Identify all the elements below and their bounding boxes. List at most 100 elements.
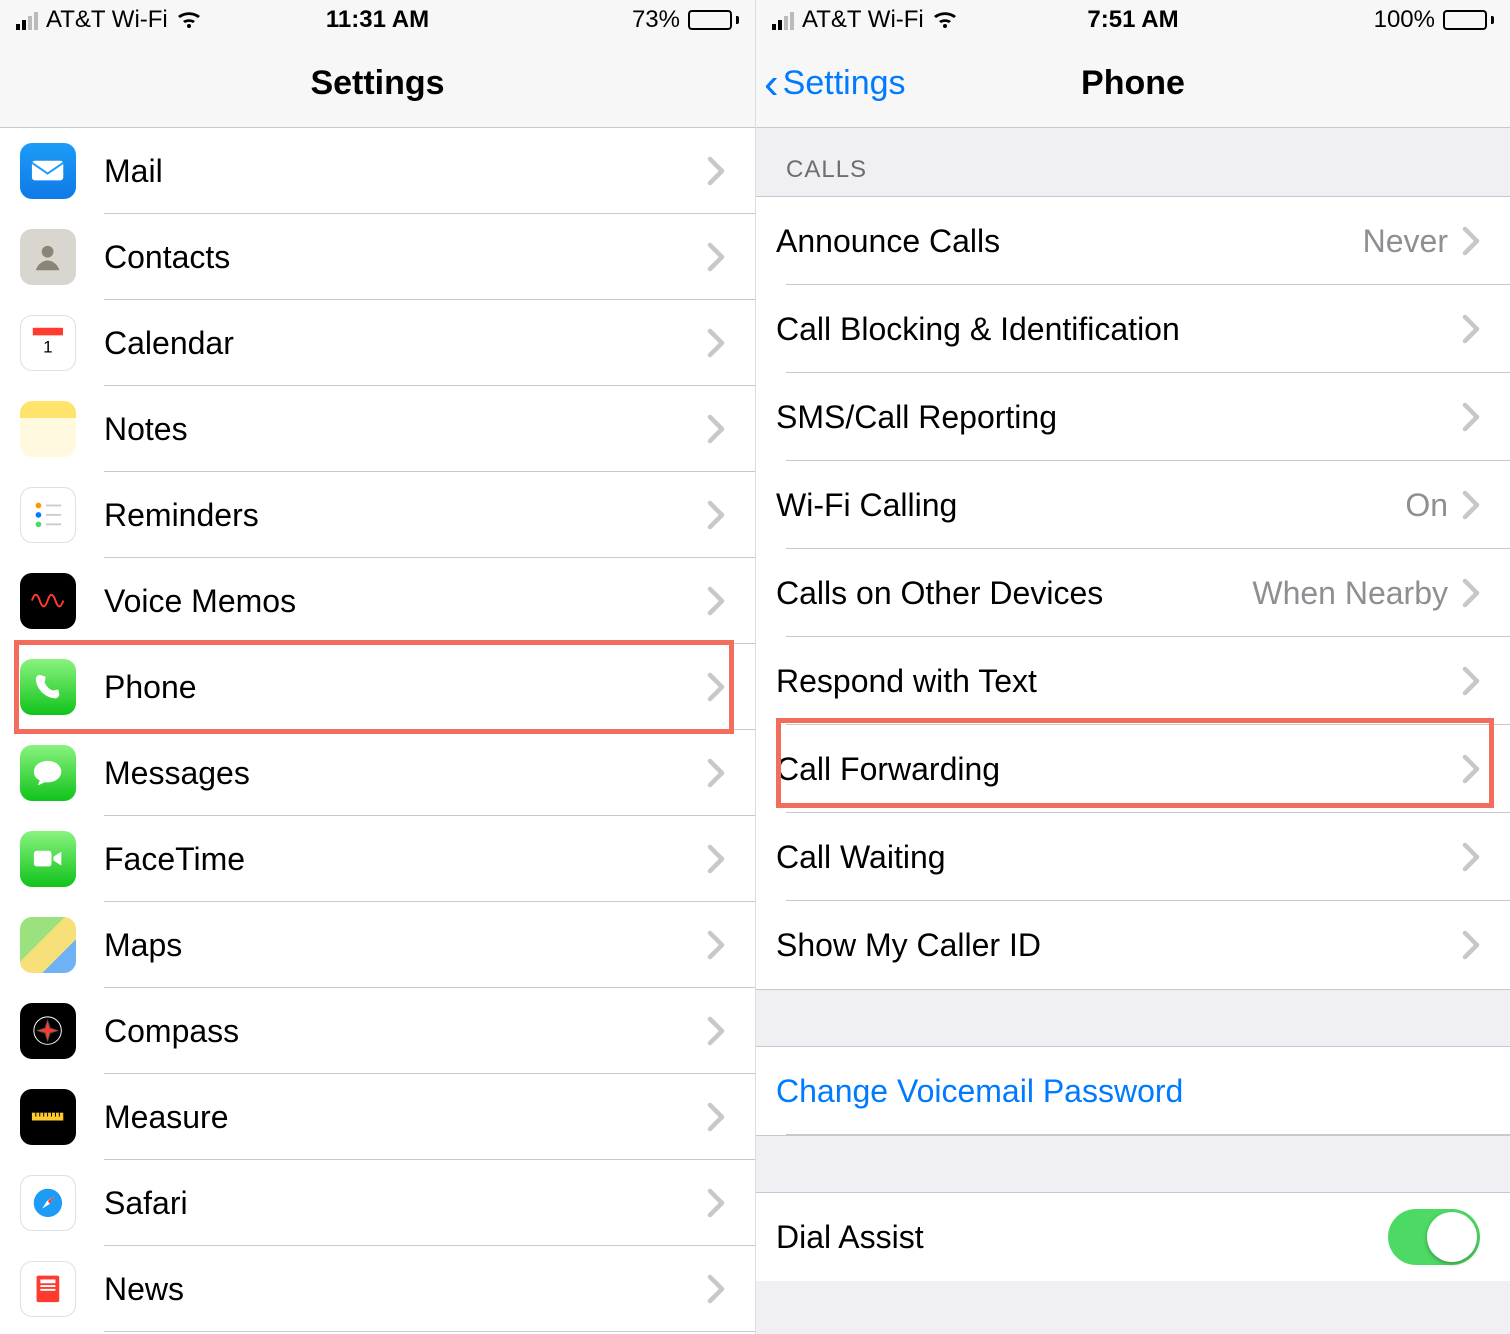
phone-row-calls-other-devices[interactable]: Calls on Other DevicesWhen Nearby — [756, 549, 1510, 637]
status-bar-right: AT&T Wi-Fi 7:51 AM 100% — [756, 0, 1510, 40]
settings-row-label: Messages — [104, 755, 707, 792]
screen-settings: AT&T Wi-Fi 11:31 AM 73% Settings Mail Con… — [0, 0, 755, 1334]
battery-icon — [1443, 10, 1494, 30]
settings-row-maps[interactable]: Maps — [0, 902, 755, 988]
chevron-right-icon — [1462, 226, 1480, 256]
wifi-icon — [176, 10, 202, 30]
chevron-right-icon — [707, 586, 725, 616]
nav-bar-settings: Settings — [0, 40, 755, 128]
nav-bar-phone: ‹ Settings Phone — [756, 40, 1510, 128]
settings-row-label: Maps — [104, 927, 707, 964]
chevron-right-icon — [707, 758, 725, 788]
settings-row-voicememos[interactable]: Voice Memos — [0, 558, 755, 644]
settings-row-label: Reminders — [104, 497, 707, 534]
settings-row-mail[interactable]: Mail — [0, 128, 755, 214]
chevron-right-icon — [707, 672, 725, 702]
section-gap — [756, 989, 1510, 1047]
phone-row-label: Call Blocking & Identification — [776, 311, 1462, 348]
reminders-icon — [20, 487, 76, 543]
facetime-icon — [20, 831, 76, 887]
battery-percent: 73% — [632, 6, 680, 34]
nav-back-label: Settings — [783, 64, 906, 103]
settings-row-label: Safari — [104, 1185, 707, 1222]
svg-text:1: 1 — [43, 337, 52, 356]
chevron-right-icon — [1462, 666, 1480, 696]
compass-icon — [20, 1003, 76, 1059]
chevron-right-icon — [707, 1188, 725, 1218]
news-icon — [20, 1261, 76, 1317]
chevron-right-icon — [1462, 754, 1480, 784]
phone-row-sms-call-reporting[interactable]: SMS/Call Reporting — [756, 373, 1510, 461]
settings-row-news[interactable]: News — [0, 1246, 755, 1332]
phone-row-label: Show My Caller ID — [776, 927, 1462, 964]
chevron-right-icon — [707, 930, 725, 960]
phone-row-announce-calls[interactable]: Announce CallsNever — [756, 197, 1510, 285]
screen-phone-settings: AT&T Wi-Fi 7:51 AM 100% ‹ Settings Phone — [755, 0, 1510, 1334]
chevron-right-icon — [707, 500, 725, 530]
phone-icon — [20, 659, 76, 715]
settings-row-label: Calendar — [104, 325, 707, 362]
status-bar-left: AT&T Wi-Fi 11:31 AM 73% — [0, 0, 755, 40]
phone-row-detail: On — [1405, 487, 1448, 524]
phone-row-call-blocking[interactable]: Call Blocking & Identification — [756, 285, 1510, 373]
chevron-right-icon — [1462, 930, 1480, 960]
settings-row-label: Measure — [104, 1099, 707, 1136]
settings-row-label: Contacts — [104, 239, 707, 276]
chevron-right-icon — [707, 414, 725, 444]
phone-row-label: Wi-Fi Calling — [776, 487, 1405, 524]
chevron-right-icon — [707, 844, 725, 874]
chevron-right-icon — [707, 328, 725, 358]
battery-icon — [688, 10, 739, 30]
dial-assist-toggle[interactable] — [1388, 1209, 1480, 1265]
settings-row-facetime[interactable]: FaceTime — [0, 816, 755, 902]
chevron-right-icon — [1462, 402, 1480, 432]
settings-list[interactable]: Mail Contacts 1 Calendar Notes Reminders Voice… — [0, 128, 755, 1334]
nav-back-button[interactable]: ‹ Settings — [764, 62, 906, 106]
settings-row-messages[interactable]: Messages — [0, 730, 755, 816]
phone-row-label: SMS/Call Reporting — [776, 399, 1462, 436]
chevron-right-icon — [1462, 842, 1480, 872]
chevron-right-icon — [707, 1274, 725, 1304]
phone-row-call-waiting[interactable]: Call Waiting — [756, 813, 1510, 901]
phone-row-call-forwarding[interactable]: Call Forwarding — [756, 725, 1510, 813]
settings-row-safari[interactable]: Safari — [0, 1160, 755, 1246]
phone-row-detail: Never — [1363, 223, 1448, 260]
settings-row-notes[interactable]: Notes — [0, 386, 755, 472]
settings-row-phone[interactable]: Phone — [0, 644, 755, 730]
dial-assist-label: Dial Assist — [776, 1219, 1388, 1256]
change-voicemail-password-label: Change Voicemail Password — [776, 1073, 1183, 1110]
row-change-voicemail-password[interactable]: Change Voicemail Password — [756, 1047, 1510, 1135]
settings-row-measure[interactable]: Measure — [0, 1074, 755, 1160]
settings-row-label: Notes — [104, 411, 707, 448]
signal-icon — [772, 10, 794, 30]
settings-row-calendar[interactable]: 1 Calendar — [0, 300, 755, 386]
maps-icon — [20, 917, 76, 973]
battery-percent: 100% — [1374, 6, 1435, 34]
settings-row-label: Mail — [104, 153, 707, 190]
chevron-right-icon — [1462, 490, 1480, 520]
voicememos-icon — [20, 573, 76, 629]
notes-icon — [20, 401, 76, 457]
row-dial-assist[interactable]: Dial Assist — [756, 1193, 1510, 1281]
chevron-right-icon — [707, 156, 725, 186]
signal-icon — [16, 10, 38, 30]
mail-icon — [20, 143, 76, 199]
phone-row-respond-with-text[interactable]: Respond with Text — [756, 637, 1510, 725]
phone-row-label: Call Forwarding — [776, 751, 1462, 788]
carrier-label: AT&T Wi-Fi — [802, 6, 924, 34]
phone-settings-list[interactable]: CALLS Announce CallsNeverCall Blocking &… — [756, 128, 1510, 1334]
phone-row-label: Respond with Text — [776, 663, 1462, 700]
settings-row-compass[interactable]: Compass — [0, 988, 755, 1074]
settings-row-label: FaceTime — [104, 841, 707, 878]
settings-row-contacts[interactable]: Contacts — [0, 214, 755, 300]
settings-row-label: Phone — [104, 669, 707, 706]
phone-row-wifi-calling[interactable]: Wi-Fi CallingOn — [756, 461, 1510, 549]
phone-row-label: Call Waiting — [776, 839, 1462, 876]
calendar-icon: 1 — [20, 315, 76, 371]
carrier-label: AT&T Wi-Fi — [46, 6, 168, 34]
phone-row-show-caller-id[interactable]: Show My Caller ID — [756, 901, 1510, 989]
phone-row-label: Calls on Other Devices — [776, 575, 1252, 612]
phone-row-label: Announce Calls — [776, 223, 1363, 260]
settings-row-reminders[interactable]: Reminders — [0, 472, 755, 558]
safari-icon — [20, 1175, 76, 1231]
